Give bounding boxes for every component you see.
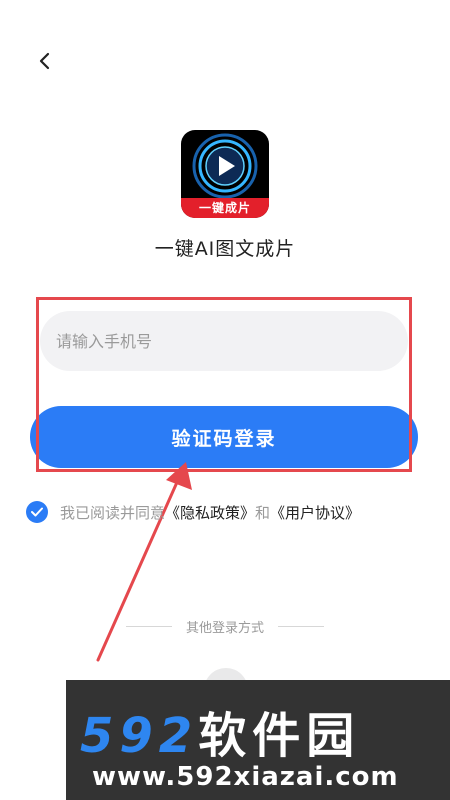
other-login-label: 其他登录方式 [185,620,264,636]
app-logo: 一键成片 [181,130,269,218]
phone-input[interactable] [40,311,408,371]
agreement-conjunction: 和 [255,503,271,522]
watermark-number: 592 [80,708,199,764]
watermark-url: www.592xiazai.com [92,762,399,792]
verification-login-button[interactable]: 验证码登录 [30,406,418,468]
check-icon [31,507,43,517]
agreement-checkbox[interactable] [26,501,48,523]
play-icon [192,133,258,199]
chevron-left-icon [39,52,50,70]
watermark-brand: 592软件园 [80,696,360,766]
watermark: 592软件园 www.592xiazai.com [66,680,450,800]
divider-line-left [125,625,172,627]
app-icon-badge: 一键成片 [181,198,269,218]
back-button[interactable] [28,44,62,78]
user-agreement-link[interactable]: 《用户协议》 [270,502,360,523]
agreement-row: 我已阅读并同意 《隐私政策》 和 《用户协议》 [26,500,360,524]
privacy-policy-link[interactable]: 《隐私政策》 [165,502,255,523]
other-login-divider: 其他登录方式 [0,616,450,636]
app-title: 一键AI图文成片 [154,238,296,260]
agreement-text: 我已阅读并同意 [60,503,166,522]
watermark-brand-text: 软件园 [198,708,361,764]
divider-line-right [278,625,324,627]
